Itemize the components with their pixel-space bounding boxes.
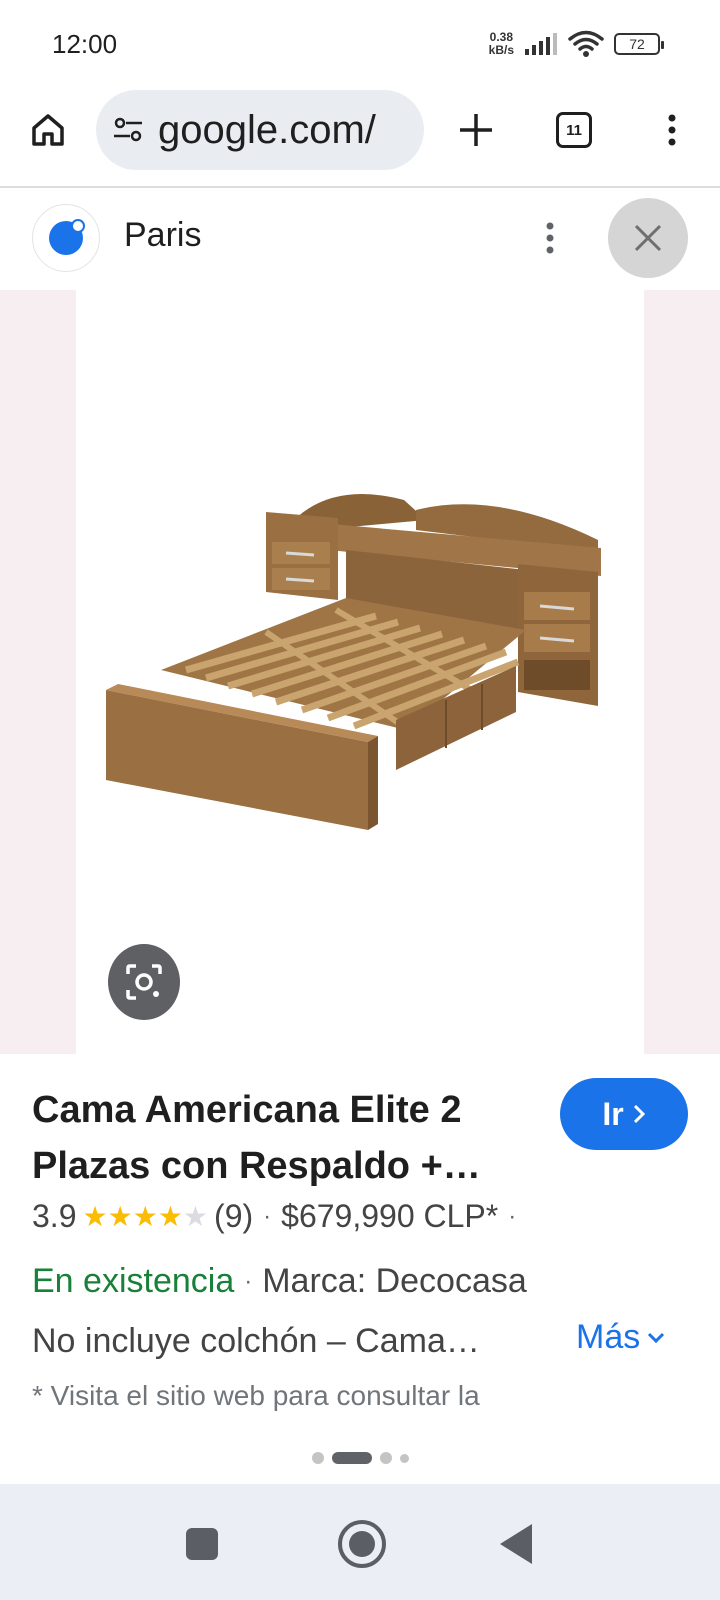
back-button[interactable] [500,1524,532,1564]
tune-icon[interactable] [112,114,144,146]
brand-label: Marca: Decocasa [262,1262,527,1300]
separator-dot: · [263,1202,272,1230]
stock-row: En existencia · Marca: Decocasa [32,1262,527,1301]
star-icon: ★ [82,1201,108,1232]
separator-dot: · [244,1267,253,1295]
star-icon: ★ [182,1201,209,1232]
product-description: No incluye colchón – Cama… [32,1322,480,1360]
wifi-icon [568,30,604,57]
rating-value: 3.9 [32,1198,77,1234]
star-icon: ★ [132,1201,158,1232]
tab-switcher-button[interactable]: 11 [556,112,592,148]
review-count: (9) [214,1198,254,1234]
status-icons: 0.38 kB/s 72 [489,30,664,58]
recents-button[interactable] [186,1528,218,1560]
network-speed: 0.38 kB/s [489,31,514,57]
pager-dot[interactable] [331,1452,372,1464]
pager-dot[interactable] [311,1452,324,1464]
status-bar: 12:00 0.38 kB/s 72 [0,0,720,88]
product-image-carousel[interactable] [0,290,720,1054]
product-image-bed [106,494,601,830]
chevron-right-icon [633,1104,645,1124]
more-vert-icon[interactable] [660,110,684,150]
system-navigation-bar [0,1484,720,1600]
signal-icon [525,33,557,55]
battery-level: 72 [629,36,645,52]
home-button[interactable] [338,1520,386,1568]
star-icon: ★ [107,1201,133,1232]
go-button-label: Ir [602,1095,624,1132]
price: $679,990 CLP* [281,1198,499,1234]
rating-stars: ★ ★ ★ ★ ★ [82,1200,208,1233]
more-label: Más [576,1318,641,1356]
rating-row: 3.9 ★ ★ ★ ★ ★ (9) · $679,990 CLP* · [32,1198,526,1235]
battery-icon: 72 [614,33,664,55]
more-button[interactable]: Más [576,1318,666,1357]
pager-dot[interactable] [399,1453,409,1463]
pager-dot[interactable] [379,1452,392,1464]
merchant-logo-mark [49,219,85,255]
separator-dot: · [508,1202,517,1230]
tab-count: 11 [566,121,582,139]
availability-status: En existencia [32,1262,235,1300]
product-image-card[interactable] [76,290,644,1054]
merchant-name[interactable]: Paris [124,216,201,255]
lens-search-button[interactable] [108,944,180,1020]
home-button-inner [349,1531,375,1557]
merchant-logo[interactable] [32,204,100,272]
close-icon [634,224,662,252]
plus-icon[interactable] [456,110,496,150]
go-button[interactable]: Ir [560,1078,688,1150]
lens-icon [126,964,162,1000]
close-button[interactable] [608,198,688,278]
more-vert-icon[interactable] [538,218,562,258]
url-text: google.com/ [158,107,376,152]
product-title[interactable]: Cama Americana Elite 2 Plazas con Respal… [32,1082,532,1194]
price-disclaimer: * Visita el sitio web para consultar la [32,1380,480,1411]
browser-toolbar: google.com/ 11 [0,88,720,186]
chevron-down-icon [648,1332,665,1343]
carousel-pager [0,1452,720,1464]
network-speed-unit: kB/s [488,43,514,57]
status-time: 12:00 [52,28,118,59]
address-bar[interactable]: google.com/ [96,90,424,170]
merchant-header: Paris [0,188,720,290]
home-icon[interactable] [28,110,68,150]
star-icon: ★ [157,1201,183,1232]
